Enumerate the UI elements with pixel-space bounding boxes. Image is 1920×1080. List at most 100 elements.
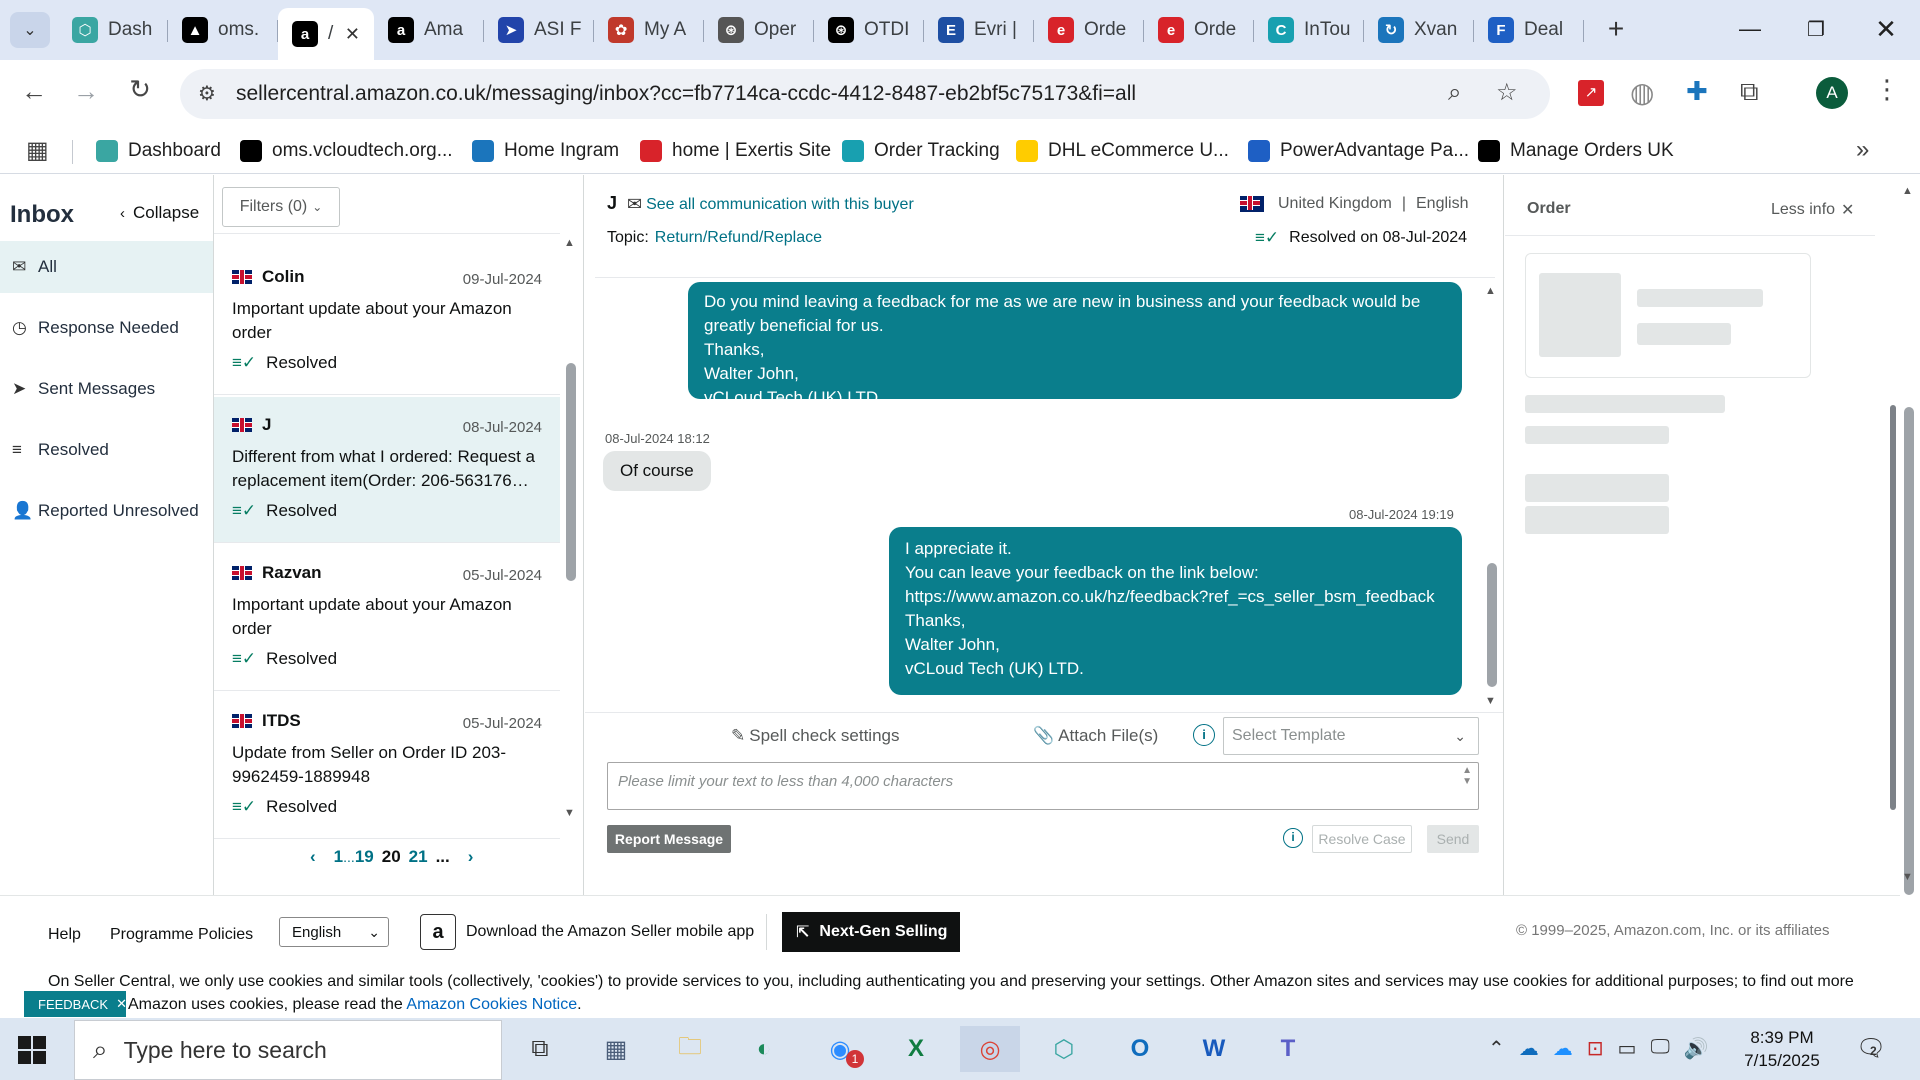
- page-21[interactable]: 21: [409, 847, 428, 867]
- bookmark-item[interactable]: Manage Orders UK: [1478, 136, 1674, 166]
- restore-button[interactable]: ❐: [1796, 10, 1836, 50]
- browser-tab[interactable]: a Ama: [374, 8, 484, 52]
- vpn-extension-icon[interactable]: ✚: [1686, 76, 1708, 107]
- back-button[interactable]: ←: [14, 76, 54, 107]
- kebab-menu-icon[interactable]: ⋮: [1874, 74, 1900, 105]
- bookmark-item[interactable]: Dashboard: [96, 136, 221, 166]
- file-explorer-icon[interactable]: 🗀: [660, 1026, 720, 1072]
- browser-tab[interactable]: ▲ oms.: [168, 8, 278, 52]
- browser-tab[interactable]: ⊛ OTDI: [814, 8, 924, 52]
- sidebar-item-resolved[interactable]: ≡ Resolved: [0, 424, 213, 476]
- browser-tab[interactable]: ✿ My A: [594, 8, 704, 52]
- minimize-button[interactable]: —: [1730, 10, 1770, 50]
- prev-page-icon[interactable]: ‹: [310, 847, 316, 867]
- close-window-button[interactable]: ✕: [1866, 10, 1906, 50]
- page-scroll-down[interactable]: ▼: [1902, 871, 1913, 883]
- outer-scrollbar-thumb[interactable]: [1890, 405, 1896, 810]
- sidebar-item-sent-messages[interactable]: ➤ Sent Messages: [0, 363, 213, 415]
- browser-tab[interactable]: a / ✕: [278, 8, 374, 60]
- clock[interactable]: 8:39 PM 7/15/2025: [1736, 1026, 1828, 1072]
- sidebar-item-response-needed[interactable]: ◷ Response Needed: [0, 302, 213, 354]
- browser-tab[interactable]: C InTou: [1254, 8, 1364, 52]
- report-message-button[interactable]: Report Message: [607, 825, 731, 853]
- attach-files-button[interactable]: 📎 Attach File(s): [1033, 726, 1158, 746]
- browser-tab[interactable]: ➤ ASI F: [484, 8, 594, 52]
- screen-capture-icon[interactable]: ⊡: [1587, 1036, 1604, 1061]
- browser-tab[interactable]: E Evri |: [924, 8, 1034, 52]
- message-textarea[interactable]: Please limit your text to less than 4,00…: [607, 762, 1479, 810]
- next-gen-selling-button[interactable]: ⇱ Next-Gen Selling: [782, 912, 960, 952]
- bookmark-item[interactable]: home | Exertis Site: [640, 136, 831, 166]
- feedback-button[interactable]: FEEDBACK ✕: [24, 991, 127, 1017]
- help-link[interactable]: Help: [48, 926, 81, 944]
- resolve-info-icon[interactable]: i: [1283, 828, 1303, 848]
- network-icon[interactable]: 🖵: [1650, 1036, 1669, 1061]
- send-button[interactable]: Send: [1427, 825, 1479, 853]
- battery-icon[interactable]: ▭: [1618, 1036, 1637, 1061]
- sidebar-item-reported-unresolved[interactable]: 👤 Reported Unresolved: [0, 485, 213, 537]
- calculator-icon[interactable]: ▦: [586, 1026, 646, 1072]
- volume-icon[interactable]: 🔊: [1684, 1036, 1709, 1061]
- page-20-current[interactable]: 20: [382, 847, 401, 867]
- task-view-icon[interactable]: ⧉: [510, 1026, 570, 1072]
- less-info-button[interactable]: Less info ✕: [1771, 200, 1854, 220]
- conversation-item[interactable]: Razvan 05-Jul-2024 Important update about …: [214, 545, 560, 691]
- onedrive-icon[interactable]: ☁: [1553, 1036, 1573, 1061]
- bookmark-item[interactable]: Order Tracking: [842, 136, 1000, 166]
- new-tab-button[interactable]: +: [1598, 12, 1634, 48]
- see-all-communication-link[interactable]: ✉ See all communication with this buyer: [627, 194, 914, 215]
- filters-button[interactable]: Filters (0) ⌄: [222, 187, 340, 227]
- browser-tab[interactable]: e Orde: [1034, 8, 1144, 52]
- zoom-app-icon[interactable]: ◉ 1: [810, 1026, 870, 1072]
- spell-check-button[interactable]: ✎ Spell check settings: [731, 726, 900, 746]
- list-scroll-up[interactable]: ▲: [564, 237, 575, 249]
- site-info-icon[interactable]: ⚙: [198, 81, 216, 106]
- bookmark-star-icon[interactable]: ☆: [1496, 78, 1518, 107]
- language-select[interactable]: English ⌄: [279, 917, 389, 947]
- bookmark-item[interactable]: oms.vcloudtech.org...: [240, 136, 453, 166]
- zoom-icon[interactable]: ⌕: [1448, 79, 1461, 107]
- conversation-item[interactable]: Colin 09-Jul-2024 Important update about y…: [214, 249, 560, 395]
- template-info-icon[interactable]: i: [1193, 724, 1215, 746]
- resolve-case-button[interactable]: Resolve Case: [1312, 825, 1412, 853]
- select-template-dropdown[interactable]: Select Template ⌄: [1223, 717, 1479, 755]
- apps-grid-icon[interactable]: ▦: [26, 136, 49, 165]
- collapse-button[interactable]: ‹ Collapse: [120, 203, 199, 223]
- programme-policies-link[interactable]: Programme Policies: [110, 926, 253, 944]
- close-tab-icon[interactable]: ✕: [345, 24, 360, 45]
- thread-scroll-down[interactable]: ▼: [1485, 695, 1496, 707]
- taskbar-search-box[interactable]: ⌕ Type here to search: [74, 1020, 502, 1080]
- outlook-icon[interactable]: O: [1110, 1026, 1170, 1072]
- browser-tab[interactable]: e Orde: [1144, 8, 1254, 52]
- textarea-spinner-icon[interactable]: ▲ ▼: [1462, 765, 1472, 787]
- page-scrollbar-thumb[interactable]: [1904, 407, 1914, 895]
- teams-icon[interactable]: T: [1258, 1026, 1318, 1072]
- extensions-puzzle-icon[interactable]: ⧉: [1740, 76, 1759, 108]
- address-bar[interactable]: ⚙ sellercentral.amazon.co.uk/messaging/i…: [180, 69, 1550, 119]
- thread-scrollbar-thumb[interactable]: [1487, 563, 1497, 687]
- next-page-icon[interactable]: ›: [468, 847, 474, 867]
- bookmark-item[interactable]: DHL eCommerce U...: [1016, 136, 1229, 166]
- page-scroll-up[interactable]: ▲: [1902, 185, 1913, 197]
- app-hex-icon[interactable]: ⬡: [1034, 1026, 1094, 1072]
- list-scroll-down[interactable]: ▼: [564, 807, 575, 819]
- close-icon[interactable]: ✕: [116, 996, 127, 1012]
- page-19[interactable]: 19: [355, 847, 374, 867]
- browser-tab[interactable]: ⊛ Oper: [704, 8, 814, 52]
- start-button[interactable]: [18, 1036, 46, 1064]
- tab-search-button[interactable]: ⌄: [10, 12, 50, 48]
- chrome-icon[interactable]: ◎: [960, 1026, 1020, 1072]
- browser-tab[interactable]: ⬡ Dash: [58, 8, 168, 52]
- list-scrollbar-thumb[interactable]: [566, 363, 576, 581]
- chevron-up-icon[interactable]: ⌃: [1488, 1036, 1505, 1061]
- notifications-button[interactable]: 🗨 2: [1856, 1034, 1886, 1063]
- forward-button[interactable]: →: [66, 76, 106, 107]
- onedrive-icon[interactable]: ☁: [1519, 1036, 1539, 1061]
- browser-tab[interactable]: ↻ Xvan: [1364, 8, 1474, 52]
- conversation-item[interactable]: ITDS 05-Jul-2024 Update from Seller on Ord…: [214, 693, 560, 839]
- edge-icon[interactable]: ◐: [734, 1026, 794, 1072]
- bookmark-item[interactable]: Home Ingram: [472, 136, 619, 166]
- word-icon[interactable]: W: [1184, 1026, 1244, 1072]
- globe-extension-icon[interactable]: ◍: [1630, 76, 1654, 109]
- profile-avatar[interactable]: A: [1816, 77, 1848, 109]
